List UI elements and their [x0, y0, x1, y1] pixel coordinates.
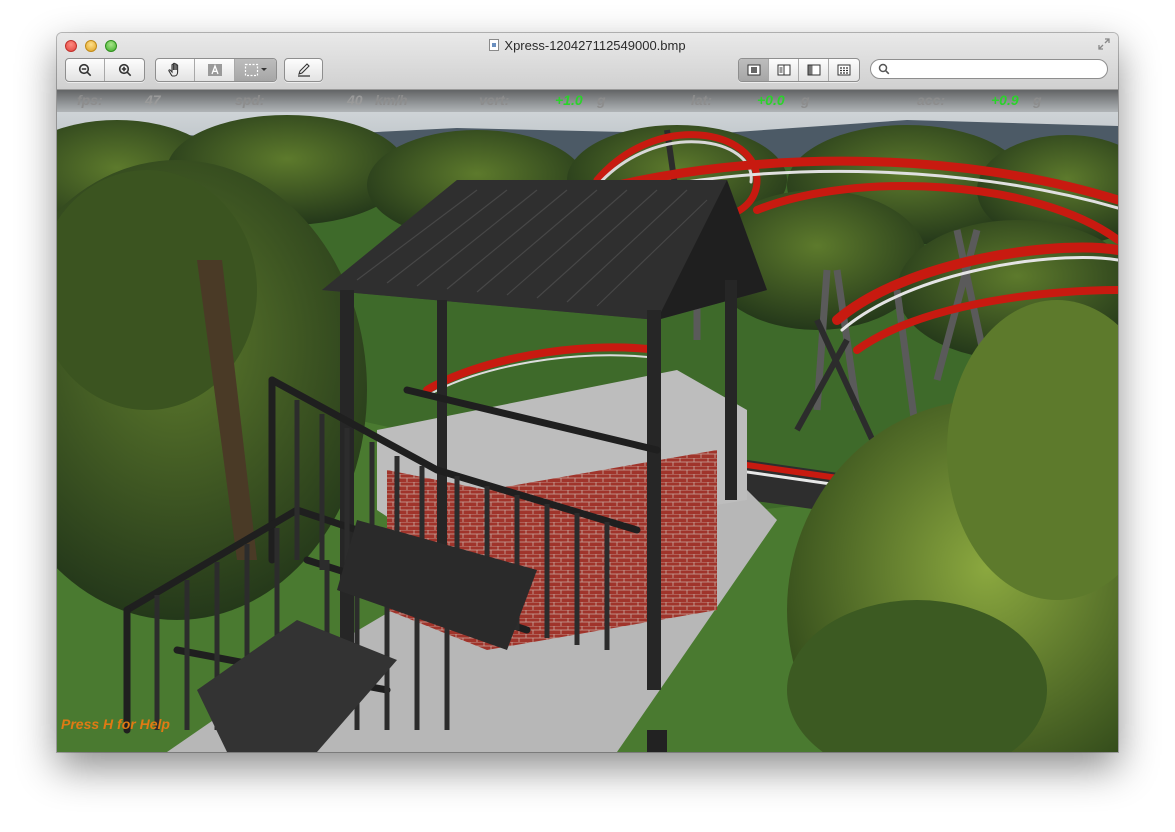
- speed-label: spd:: [235, 92, 265, 108]
- lateral-g-value: +0.0: [757, 92, 785, 108]
- acceleration-label: acc:: [917, 92, 946, 108]
- text-select-icon: [207, 64, 222, 76]
- speed-value: 40: [347, 92, 363, 108]
- rect-select-button[interactable]: [235, 59, 276, 81]
- rect-select-icon: [244, 63, 267, 77]
- pencil-icon: [297, 63, 310, 77]
- lateral-g-label: lat:: [691, 92, 712, 108]
- roller-coaster-scene: [57, 90, 1118, 752]
- preview-window: Xpress-120427112549000.bmp fps: 47 spd: …: [57, 33, 1118, 752]
- sidebar-icon: [807, 64, 820, 76]
- ride-stats-overlay: fps: 47 spd: 40 km/h vert: +1.0 g lat: +…: [57, 90, 1118, 112]
- zoom-in-icon: [118, 63, 131, 77]
- speed-unit: km/h: [375, 92, 408, 108]
- view-single-button[interactable]: [739, 59, 769, 81]
- search-field[interactable]: [870, 59, 1108, 79]
- title-toolbar-bar: Xpress-120427112549000.bmp: [57, 33, 1118, 90]
- search-input[interactable]: [893, 61, 1105, 79]
- text-tool-button[interactable]: [195, 59, 235, 81]
- window-title-text: Xpress-120427112549000.bmp: [504, 38, 686, 53]
- help-hint: Press H for Help: [61, 716, 170, 732]
- vertical-g-unit: g: [597, 92, 606, 108]
- vertical-g-value: +1.0: [555, 92, 583, 108]
- view-contact-sheet-button[interactable]: [829, 59, 859, 81]
- two-page-icon: [777, 64, 790, 76]
- contact-sheet-icon: [837, 64, 851, 76]
- hand-tool-icon: [168, 62, 179, 77]
- fps-label: fps:: [77, 92, 103, 108]
- lateral-g-unit: g: [801, 92, 810, 108]
- move-tool-button[interactable]: [156, 59, 195, 81]
- search-icon: [878, 63, 890, 75]
- image-viewport[interactable]: fps: 47 spd: 40 km/h vert: +1.0 g lat: +…: [57, 90, 1118, 752]
- acceleration-value: +0.9: [991, 92, 1019, 108]
- single-page-icon: [747, 64, 760, 76]
- annotate-button[interactable]: [285, 59, 322, 81]
- view-sidebar-button[interactable]: [799, 59, 829, 81]
- window-title: Xpress-120427112549000.bmp: [57, 38, 1118, 53]
- zoom-controls: [65, 58, 145, 82]
- tool-mode-controls: [155, 58, 277, 82]
- acceleration-unit: g: [1033, 92, 1042, 108]
- fullscreen-icon[interactable]: [1098, 38, 1110, 50]
- vertical-g-label: vert:: [479, 92, 510, 108]
- zoom-in-button[interactable]: [105, 59, 144, 81]
- fps-value: 47: [145, 92, 161, 108]
- view-mode-controls: [738, 58, 860, 82]
- zoom-out-button[interactable]: [66, 59, 105, 81]
- zoom-out-icon: [78, 63, 92, 77]
- document-icon: [489, 39, 500, 51]
- view-two-page-button[interactable]: [769, 59, 799, 81]
- annotate-controls: [284, 58, 323, 82]
